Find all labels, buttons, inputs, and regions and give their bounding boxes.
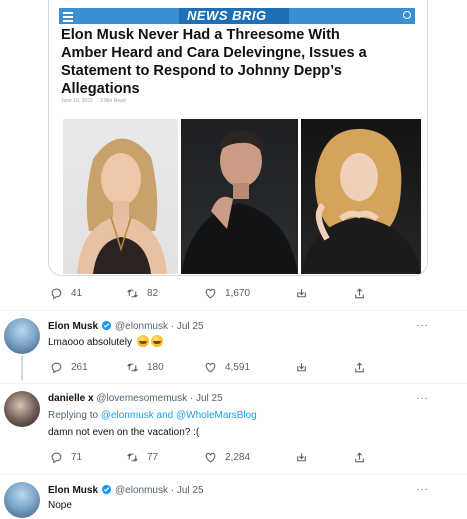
- tweet-header: Elon Musk @elonmusk · Jul 25: [48, 484, 204, 496]
- mention-and: and: [156, 410, 174, 421]
- article-photo-collage: [63, 119, 421, 274]
- hamburger-icon: [63, 10, 73, 22]
- verified-badge-icon: [101, 320, 112, 331]
- tweet-date[interactable]: · Jul 25: [171, 485, 204, 496]
- laughing-emoji-icon: [150, 335, 163, 347]
- heart-icon: [205, 288, 216, 298]
- article-date: June 19, 2022: [61, 98, 93, 104]
- reply-icon: [51, 288, 62, 299]
- heart-icon: [205, 452, 216, 462]
- reply-count: 261: [71, 361, 88, 373]
- article-link-card[interactable]: NEWS BRIG Elon Musk Never Had a Threesom…: [48, 0, 428, 276]
- more-options-button[interactable]: ···: [416, 484, 429, 495]
- author-handle[interactable]: @lovemesomemusk: [96, 393, 187, 404]
- photo-center: [181, 119, 298, 274]
- retweet-icon: [127, 452, 138, 462]
- like-count: 2,284: [225, 451, 251, 463]
- tweet-text-content: Lmaooo absolutely: [48, 337, 132, 348]
- tweet-date[interactable]: · Jul 25: [190, 393, 223, 404]
- share-tray-button[interactable]: [295, 284, 308, 302]
- more-options-button[interactable]: ···: [416, 320, 429, 331]
- avatar[interactable]: [4, 318, 40, 354]
- retweet-button[interactable]: 82: [126, 284, 158, 302]
- article-headline: Elon Musk Never Had a Threesome With Amb…: [61, 27, 367, 97]
- retweet-count: 82: [147, 287, 159, 299]
- tweet-text: Nope: [48, 500, 72, 511]
- more-options-button[interactable]: ···: [416, 393, 429, 404]
- share-tray-button[interactable]: [295, 448, 308, 466]
- search-icon: [403, 11, 411, 19]
- author-handle[interactable]: @elonmusk: [115, 485, 168, 496]
- reply-button[interactable]: 71: [50, 448, 82, 466]
- share-button[interactable]: [353, 448, 366, 466]
- retweet-icon: [127, 288, 138, 298]
- photo-right: [301, 119, 421, 274]
- tweet-3-actions: 71 77 2,284: [50, 448, 430, 466]
- replying-to-line: Replying to @elonmusk and @WholeMarsBlog: [48, 410, 257, 421]
- verified-badge-icon: [101, 484, 112, 495]
- reply-icon: [51, 362, 62, 373]
- upload-icon: [355, 451, 364, 462]
- tweet-text: Lmaooo absolutely: [48, 335, 163, 348]
- like-count: 1,670: [225, 287, 251, 299]
- retweet-count: 77: [147, 451, 159, 463]
- author-handle[interactable]: @elonmusk: [115, 321, 168, 332]
- tweet-date[interactable]: · Jul 25: [171, 321, 204, 332]
- heart-icon: [205, 362, 216, 372]
- news-site-header-bar: NEWS BRIG: [59, 8, 415, 24]
- like-button[interactable]: 4,591: [204, 358, 250, 376]
- tweet-divider: [0, 383, 467, 384]
- share-tray-button[interactable]: [295, 358, 308, 376]
- retweet-button[interactable]: 77: [126, 448, 158, 466]
- reply-count: 71: [71, 451, 83, 463]
- tweet-header: Elon Musk @elonmusk · Jul 25: [48, 320, 204, 332]
- like-button[interactable]: 1,670: [204, 284, 250, 302]
- replying-to-label: Replying to: [48, 410, 99, 421]
- photo-left: [63, 119, 178, 274]
- tweet-divider: [0, 310, 467, 311]
- tweet-text: damn not even on the vacation? :(: [48, 427, 200, 438]
- reply-button[interactable]: 261: [50, 358, 88, 376]
- thread-line: [21, 356, 23, 380]
- mention-link[interactable]: @elonmusk: [101, 410, 154, 421]
- reply-button[interactable]: 41: [50, 284, 82, 302]
- share-tray-icon: [297, 452, 306, 461]
- tweet-1-actions: 41 82 1,670: [50, 284, 430, 302]
- news-site-logo: NEWS BRIG: [187, 8, 267, 23]
- article-meta: June 19, 2022 3 Min Read: [61, 98, 132, 104]
- retweet-button[interactable]: 180: [126, 358, 164, 376]
- upload-icon: [355, 361, 364, 372]
- tweet-header: danielle x @lovemesomemusk · Jul 25: [48, 393, 223, 404]
- author-name[interactable]: danielle x: [48, 393, 94, 404]
- tweet-2-actions: 261 180 4,591: [50, 358, 430, 376]
- reply-count: 41: [71, 287, 83, 299]
- tweet-divider: [0, 474, 467, 475]
- mention-link[interactable]: @WholeMarsBlog: [176, 410, 257, 421]
- laughing-emoji-icon: [136, 335, 149, 347]
- share-tray-icon: [297, 288, 306, 297]
- like-count: 4,591: [225, 361, 251, 373]
- retweet-count: 180: [147, 361, 164, 373]
- share-button[interactable]: [353, 284, 366, 302]
- article-read-time: 3 Min Read: [100, 98, 126, 104]
- avatar[interactable]: [4, 482, 40, 518]
- reply-icon: [51, 452, 62, 463]
- retweet-icon: [127, 362, 138, 372]
- share-tray-icon: [297, 362, 306, 371]
- avatar[interactable]: [4, 391, 40, 427]
- upload-icon: [355, 287, 364, 298]
- share-button[interactable]: [353, 358, 366, 376]
- author-name[interactable]: Elon Musk: [48, 321, 98, 332]
- like-button[interactable]: 2,284: [204, 448, 250, 466]
- author-name[interactable]: Elon Musk: [48, 485, 98, 496]
